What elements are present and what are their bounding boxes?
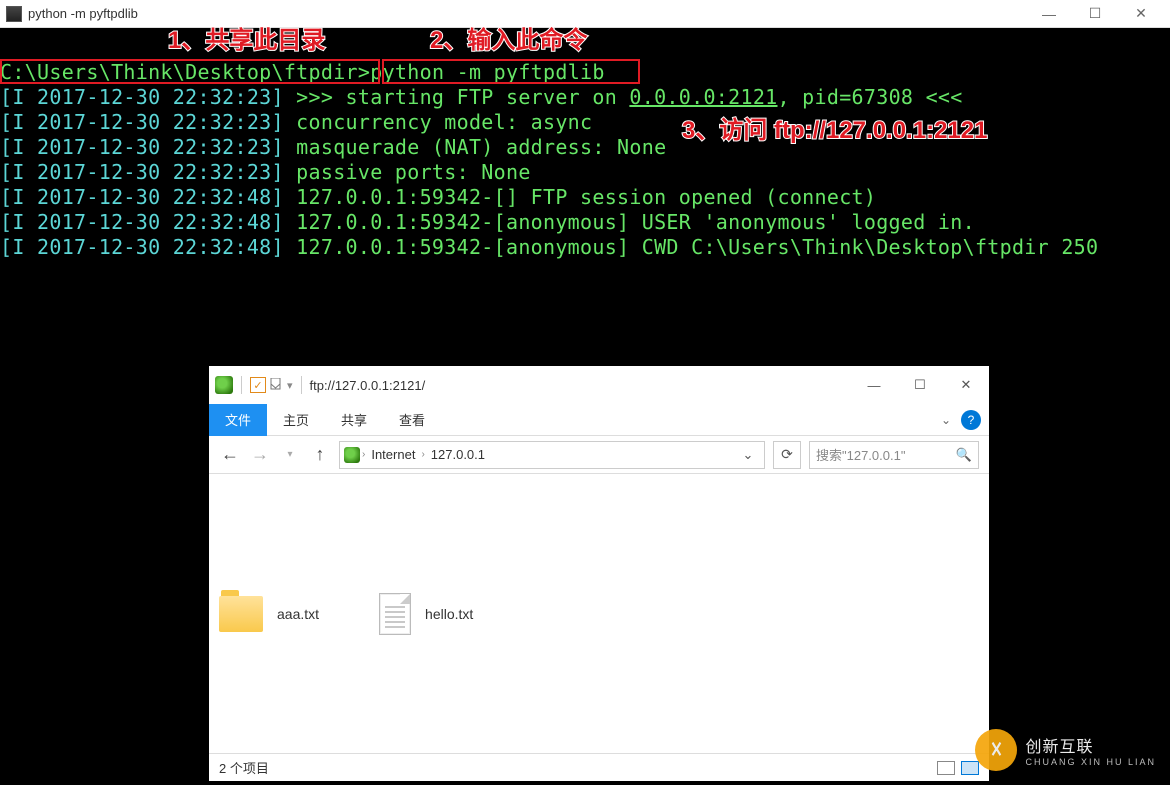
network-icon <box>344 447 360 463</box>
file-list[interactable]: aaa.txt hello.txt <box>209 474 989 753</box>
explorer-title: ftp://127.0.0.1:2121/ <box>310 378 426 393</box>
watermark: ☓ 创新互联 CHUANG XIN HU LIAN <box>975 729 1156 771</box>
terminal-log-line: [I 2017-12-30 22:32:23] >>> starting FTP… <box>0 85 1170 110</box>
address-dropdown-icon[interactable]: ⌄ <box>736 447 760 463</box>
watermark-logo: ☓ <box>975 729 1017 771</box>
search-input[interactable]: 搜索"127.0.0.1" 🔍 <box>809 441 979 469</box>
watermark-sub: CHUANG XIN HU LIAN <box>1025 757 1156 767</box>
watermark-text: 创新互联 <box>1025 739 1093 756</box>
list-item[interactable]: hello.txt <box>379 494 473 733</box>
network-icon <box>215 376 233 394</box>
close-icon[interactable]: ✕ <box>1118 0 1164 28</box>
annotation-1: 1、共享此目录 <box>168 28 325 53</box>
tab-file[interactable]: 文件 <box>209 404 267 436</box>
address-bar[interactable]: › Internet › 127.0.0.1 ⌄ <box>339 441 765 469</box>
explorer-titlebar: ✓ ▾ ftp://127.0.0.1:2121/ — ☐ ✕ <box>209 366 989 404</box>
tab-home[interactable]: 主页 <box>267 404 325 436</box>
tab-view[interactable]: 查看 <box>383 404 441 436</box>
refresh-icon[interactable]: ⟳ <box>773 441 801 469</box>
maximize-icon[interactable]: ☐ <box>1072 0 1118 28</box>
help-icon[interactable]: ? <box>961 410 981 430</box>
back-icon[interactable]: ← <box>219 444 241 466</box>
terminal-log-line: [I 2017-12-30 22:32:23] masquerade (NAT)… <box>0 135 1170 160</box>
status-count: 2 个项目 <box>219 758 269 777</box>
chevron-right-icon[interactable]: › <box>362 449 365 460</box>
cmd-icon <box>6 6 22 22</box>
search-icon: 🔍 <box>956 447 972 463</box>
ribbon-expand-icon[interactable]: ⌄ <box>941 413 951 427</box>
terminal-titlebar: python -m pyftpdlib — ☐ ✕ <box>0 0 1170 28</box>
terminal-log-line: [I 2017-12-30 22:32:48] 127.0.0.1:59342-… <box>0 185 1170 210</box>
explorer-window: ✓ ▾ ftp://127.0.0.1:2121/ — ☐ ✕ 文件 主页 共享… <box>209 366 989 781</box>
search-placeholder: 搜索"127.0.0.1" <box>816 445 905 464</box>
minimize-icon[interactable]: — <box>851 367 897 403</box>
qat-checkbox-icon[interactable]: ✓ <box>250 377 266 393</box>
view-details-icon[interactable] <box>937 761 955 775</box>
list-item[interactable]: aaa.txt <box>219 494 319 733</box>
ribbon: 文件 主页 共享 查看 ⌄ ? <box>209 404 989 436</box>
folder-icon <box>219 596 263 632</box>
forward-icon[interactable]: → <box>249 444 271 466</box>
terminal-log-line: [I 2017-12-30 22:32:23] concurrency mode… <box>0 110 1170 135</box>
status-bar: 2 个项目 <box>209 753 989 781</box>
terminal-log-line: [I 2017-12-30 22:32:48] 127.0.0.1:59342-… <box>0 235 1170 260</box>
terminal-body[interactable]: 1、共享此目录 2、输入此命令 3、访问 ftp://127.0.0.1:212… <box>0 28 1170 260</box>
annotation-box-2 <box>382 59 640 84</box>
terminal-log-line: [I 2017-12-30 22:32:48] 127.0.0.1:59342-… <box>0 210 1170 235</box>
close-icon[interactable]: ✕ <box>943 367 989 403</box>
annotation-3: 3、访问 ftp://127.0.0.1:2121 <box>682 118 987 143</box>
qat-overflow-icon[interactable]: ▾ <box>287 379 293 392</box>
terminal-title: python -m pyftpdlib <box>28 6 138 21</box>
terminal-log-line: [I 2017-12-30 22:32:23] passive ports: N… <box>0 160 1170 185</box>
tab-share[interactable]: 共享 <box>325 404 383 436</box>
up-icon[interactable]: ↑ <box>309 444 331 466</box>
minimize-icon[interactable]: — <box>1026 0 1072 28</box>
nav-bar: ← → ▾ ↑ › Internet › 127.0.0.1 ⌄ ⟳ 搜索"12… <box>209 436 989 474</box>
breadcrumb-leaf[interactable]: 127.0.0.1 <box>427 447 489 462</box>
breadcrumb-root[interactable]: Internet <box>367 447 419 462</box>
qat-dropdown-icon[interactable] <box>270 378 281 392</box>
history-icon[interactable]: ▾ <box>279 444 301 466</box>
annotation-box-1 <box>0 59 380 84</box>
file-name: hello.txt <box>425 606 473 622</box>
file-name: aaa.txt <box>277 606 319 622</box>
text-file-icon <box>379 593 411 635</box>
chevron-right-icon[interactable]: › <box>421 449 424 460</box>
maximize-icon[interactable]: ☐ <box>897 367 943 403</box>
annotation-2: 2、输入此命令 <box>430 28 587 53</box>
